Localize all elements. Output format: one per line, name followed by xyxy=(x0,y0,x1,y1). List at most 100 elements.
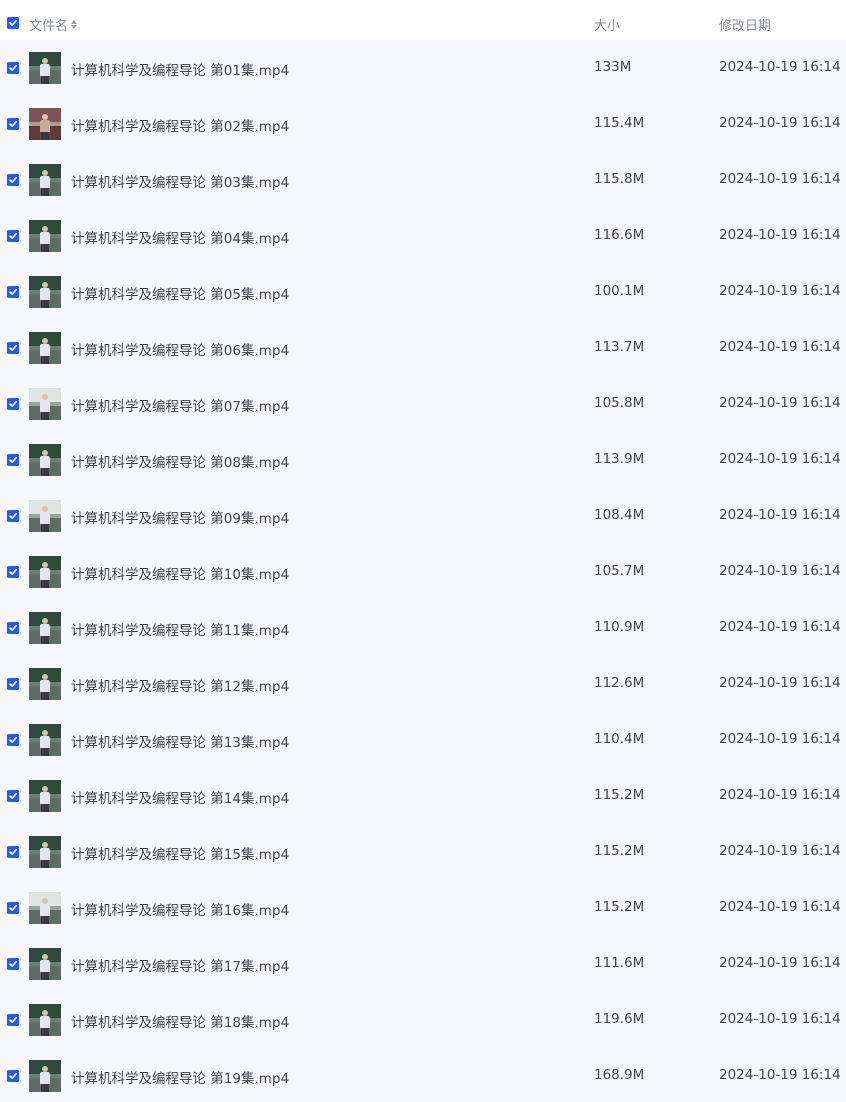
row-checkbox[interactable] xyxy=(7,342,19,354)
file-modified-date: 2024-10-19 16:14 xyxy=(719,451,841,467)
video-thumbnail-icon xyxy=(29,220,61,252)
file-name[interactable]: 计算机科学及编程导论 第17集.mp4 xyxy=(71,955,289,975)
row-checkbox[interactable] xyxy=(7,566,19,578)
row-checkbox[interactable] xyxy=(7,958,19,970)
row-checkbox[interactable] xyxy=(7,1014,19,1026)
file-modified-date: 2024-10-19 16:14 xyxy=(719,283,841,299)
file-name[interactable]: 计算机科学及编程导论 第16集.mp4 xyxy=(71,899,289,919)
file-name[interactable]: 计算机科学及编程导论 第03集.mp4 xyxy=(71,171,289,191)
file-name[interactable]: 计算机科学及编程导论 第11集.mp4 xyxy=(71,619,289,639)
column-header-date[interactable]: 修改日期 xyxy=(719,15,771,34)
file-modified-date: 2024-10-19 16:14 xyxy=(719,843,841,859)
file-name[interactable]: 计算机科学及编程导论 第15集.mp4 xyxy=(71,843,289,863)
row-checkbox[interactable] xyxy=(7,1070,19,1082)
table-row[interactable]: 计算机科学及编程导论 第09集.mp4 108.4M 2024-10-19 16… xyxy=(0,488,846,544)
file-name[interactable]: 计算机科学及编程导论 第18集.mp4 xyxy=(71,1011,289,1031)
video-thumbnail-icon xyxy=(29,1060,61,1092)
table-row[interactable]: 计算机科学及编程导论 第03集.mp4 115.8M 2024-10-19 16… xyxy=(0,152,846,208)
row-checkbox[interactable] xyxy=(7,286,19,298)
file-name[interactable]: 计算机科学及编程导论 第06集.mp4 xyxy=(71,339,289,359)
column-header-name[interactable]: 文件名 xyxy=(29,15,78,34)
file-name[interactable]: 计算机科学及编程导论 第13集.mp4 xyxy=(71,731,289,751)
video-thumbnail-icon xyxy=(29,388,61,420)
file-modified-date: 2024-10-19 16:14 xyxy=(719,1067,841,1083)
file-name[interactable]: 计算机科学及编程导论 第08集.mp4 xyxy=(71,451,289,471)
file-name[interactable]: 计算机科学及编程导论 第14集.mp4 xyxy=(71,787,289,807)
row-checkbox[interactable] xyxy=(7,846,19,858)
row-checkbox[interactable] xyxy=(7,678,19,690)
table-row[interactable]: 计算机科学及编程导论 第18集.mp4 119.6M 2024-10-19 16… xyxy=(0,992,846,1048)
file-modified-date: 2024-10-19 16:14 xyxy=(719,339,841,355)
file-name[interactable]: 计算机科学及编程导论 第01集.mp4 xyxy=(71,59,289,79)
check-icon xyxy=(9,569,17,575)
file-size: 115.2M xyxy=(594,787,645,803)
check-icon xyxy=(9,121,17,127)
file-size: 115.2M xyxy=(594,899,645,915)
table-row[interactable]: 计算机科学及编程导论 第10集.mp4 105.7M 2024-10-19 16… xyxy=(0,544,846,600)
row-checkbox[interactable] xyxy=(7,454,19,466)
row-checkbox[interactable] xyxy=(7,902,19,914)
file-name[interactable]: 计算机科学及编程导论 第07集.mp4 xyxy=(71,395,289,415)
table-row[interactable]: 计算机科学及编程导论 第17集.mp4 111.6M 2024-10-19 16… xyxy=(0,936,846,992)
check-icon xyxy=(9,401,17,407)
file-name[interactable]: 计算机科学及编程导论 第02集.mp4 xyxy=(71,115,289,135)
row-checkbox[interactable] xyxy=(7,62,19,74)
file-size: 113.7M xyxy=(594,339,645,355)
file-modified-date: 2024-10-19 16:14 xyxy=(719,507,841,523)
video-thumbnail-icon xyxy=(29,836,61,868)
check-icon xyxy=(9,457,17,463)
table-row[interactable]: 计算机科学及编程导论 第06集.mp4 113.7M 2024-10-19 16… xyxy=(0,320,846,376)
file-name[interactable]: 计算机科学及编程导论 第10集.mp4 xyxy=(71,563,289,583)
row-checkbox[interactable] xyxy=(7,118,19,130)
check-icon xyxy=(9,961,17,967)
check-icon xyxy=(9,289,17,295)
file-modified-date: 2024-10-19 16:14 xyxy=(719,227,841,243)
video-thumbnail-icon xyxy=(29,892,61,924)
check-icon xyxy=(9,625,17,631)
file-size: 168.9M xyxy=(594,1067,645,1083)
table-row[interactable]: 计算机科学及编程导论 第01集.mp4 133M 2024-10-19 16:1… xyxy=(0,40,846,96)
table-row[interactable]: 计算机科学及编程导论 第14集.mp4 115.2M 2024-10-19 16… xyxy=(0,768,846,824)
table-row[interactable]: 计算机科学及编程导论 第19集.mp4 168.9M 2024-10-19 16… xyxy=(0,1048,846,1102)
check-icon xyxy=(9,1073,17,1079)
check-icon xyxy=(9,737,17,743)
table-row[interactable]: 计算机科学及编程导论 第08集.mp4 113.9M 2024-10-19 16… xyxy=(0,432,846,488)
row-checkbox[interactable] xyxy=(7,510,19,522)
video-thumbnail-icon xyxy=(29,780,61,812)
row-checkbox[interactable] xyxy=(7,734,19,746)
table-row[interactable]: 计算机科学及编程导论 第13集.mp4 110.4M 2024-10-19 16… xyxy=(0,712,846,768)
table-row[interactable]: 计算机科学及编程导论 第05集.mp4 100.1M 2024-10-19 16… xyxy=(0,264,846,320)
file-size: 133M xyxy=(594,59,632,75)
file-size: 108.4M xyxy=(594,507,645,523)
table-row[interactable]: 计算机科学及编程导论 第04集.mp4 116.6M 2024-10-19 16… xyxy=(0,208,846,264)
file-name[interactable]: 计算机科学及编程导论 第04集.mp4 xyxy=(71,227,289,247)
sort-icon[interactable] xyxy=(71,20,78,29)
video-thumbnail-icon xyxy=(29,500,61,532)
column-header-size[interactable]: 大小 xyxy=(594,15,620,34)
file-name[interactable]: 计算机科学及编程导论 第12集.mp4 xyxy=(71,675,289,695)
select-all-checkbox[interactable] xyxy=(7,17,19,29)
file-size: 110.4M xyxy=(594,731,645,747)
file-name[interactable]: 计算机科学及编程导论 第19集.mp4 xyxy=(71,1067,289,1087)
file-modified-date: 2024-10-19 16:14 xyxy=(719,395,841,411)
file-modified-date: 2024-10-19 16:14 xyxy=(719,1011,841,1027)
file-name[interactable]: 计算机科学及编程导论 第09集.mp4 xyxy=(71,507,289,527)
table-row[interactable]: 计算机科学及编程导论 第12集.mp4 112.6M 2024-10-19 16… xyxy=(0,656,846,712)
row-checkbox[interactable] xyxy=(7,790,19,802)
table-row[interactable]: 计算机科学及编程导论 第11集.mp4 110.9M 2024-10-19 16… xyxy=(0,600,846,656)
video-thumbnail-icon xyxy=(29,444,61,476)
file-name[interactable]: 计算机科学及编程导论 第05集.mp4 xyxy=(71,283,289,303)
table-row[interactable]: 计算机科学及编程导论 第16集.mp4 115.2M 2024-10-19 16… xyxy=(0,880,846,936)
video-thumbnail-icon xyxy=(29,724,61,756)
row-checkbox[interactable] xyxy=(7,230,19,242)
table-row[interactable]: 计算机科学及编程导论 第15集.mp4 115.2M 2024-10-19 16… xyxy=(0,824,846,880)
row-checkbox[interactable] xyxy=(7,398,19,410)
table-row[interactable]: 计算机科学及编程导论 第07集.mp4 105.8M 2024-10-19 16… xyxy=(0,376,846,432)
table-row[interactable]: 计算机科学及编程导论 第02集.mp4 115.4M 2024-10-19 16… xyxy=(0,96,846,152)
row-checkbox[interactable] xyxy=(7,174,19,186)
file-size: 115.8M xyxy=(594,171,645,187)
file-modified-date: 2024-10-19 16:14 xyxy=(719,899,841,915)
video-thumbnail-icon xyxy=(29,164,61,196)
check-icon xyxy=(9,345,17,351)
row-checkbox[interactable] xyxy=(7,622,19,634)
